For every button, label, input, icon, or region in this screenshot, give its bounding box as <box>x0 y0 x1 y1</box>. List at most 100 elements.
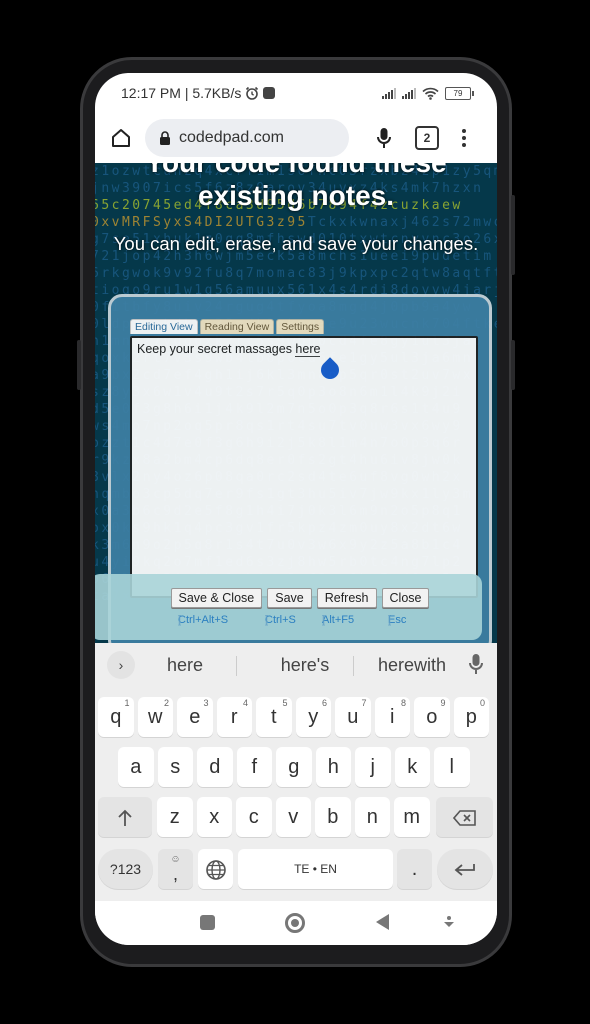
key-k[interactable]: k <box>394 747 430 787</box>
back-button[interactable] <box>376 914 389 930</box>
key-hint: 7 <box>361 698 367 708</box>
key-e[interactable]: e3 <box>177 697 213 737</box>
language-key[interactable] <box>198 849 233 889</box>
key-t[interactable]: t5 <box>256 697 292 737</box>
suggestion-strip: › here here's herewith <box>95 643 497 687</box>
recents-button[interactable] <box>200 915 215 930</box>
tab-reading-view[interactable]: Reading View <box>199 319 275 334</box>
code-rain-line: 6rkgwok9v92fu8q7momac83j9kpxpc2qtw8aqtft <box>95 266 497 281</box>
key-q[interactable]: q1 <box>98 697 134 737</box>
overflow-menu-button[interactable] <box>459 129 469 147</box>
key-r[interactable]: r4 <box>216 697 252 737</box>
symbols-key[interactable]: ?123 <box>98 849 153 889</box>
voice-search-button[interactable] <box>369 123 399 153</box>
key-b[interactable]: b <box>315 797 351 837</box>
period-key[interactable]: . <box>397 849 432 889</box>
suggestion-3[interactable]: herewith <box>357 655 467 676</box>
suggestion-1[interactable]: here <box>140 655 230 676</box>
key-c[interactable]: c <box>236 797 272 837</box>
hide-keyboard-button[interactable] <box>443 915 455 929</box>
note-textarea[interactable]: Keep your secret massages here <box>130 336 478 598</box>
tab-settings[interactable]: Settings <box>276 319 325 334</box>
key-g[interactable]: g <box>276 747 312 787</box>
key-a[interactable]: a <box>118 747 154 787</box>
key-j[interactable]: j <box>355 747 391 787</box>
key-m[interactable]: m <box>394 797 430 837</box>
shortcut-refresh: Alt+F5 <box>322 614 355 626</box>
save-close-button[interactable]: Save & Close <box>170 588 263 608</box>
key-z[interactable]: z <box>157 797 193 837</box>
suggestion-divider <box>236 656 237 676</box>
keyboard-voice-button[interactable] <box>469 653 483 680</box>
key-v[interactable]: v <box>275 797 311 837</box>
hero-title-line1: Your code found these <box>95 163 497 179</box>
key-y[interactable]: y6 <box>295 697 331 737</box>
web-page: z1ozwtcunzq4xcrf1m1s6fnc03rzxbz4zp1zy5qm… <box>95 163 497 643</box>
shift-key[interactable] <box>98 797 152 837</box>
shortcut-save-close: Ctrl+Alt+S <box>178 614 229 626</box>
battery-icon: 79 <box>445 86 474 100</box>
key-f[interactable]: f <box>236 747 272 787</box>
suggestion-2[interactable]: here's <box>250 655 360 676</box>
expand-toolbar-button[interactable]: › <box>107 651 135 679</box>
key-hint: 0 <box>479 698 485 708</box>
key-h[interactable]: h <box>315 747 351 787</box>
phone-side-button <box>77 340 81 390</box>
key-i[interactable]: i8 <box>374 697 410 737</box>
code-rain-line: 0xvMRFSyxS4DI2UTG3z95Tckxkwnaxj462s72mwo… <box>95 215 497 230</box>
refresh-button[interactable]: Refresh <box>316 588 377 608</box>
tab-editing-view[interactable]: Editing View <box>130 319 198 334</box>
comma-key[interactable]: ☺, <box>158 849 193 889</box>
editor-tabs: Editing View Reading View Settings <box>130 319 325 334</box>
key-hint: 6 <box>321 698 327 708</box>
key-hint: 9 <box>440 698 446 708</box>
key-d[interactable]: d <box>197 747 233 787</box>
save-button[interactable]: Save <box>267 588 312 608</box>
signal-icon-sim1 <box>382 87 396 99</box>
shortcut-save: Ctrl+S <box>265 614 296 626</box>
text-cursor-handle[interactable] <box>317 357 343 383</box>
enter-icon <box>454 863 475 876</box>
key-x[interactable]: x <box>196 797 232 837</box>
tab-switcher-button[interactable]: 2 <box>415 126 439 150</box>
key-hint: 1 <box>124 698 130 708</box>
hero-subtitle: You can edit, erase, and save your chang… <box>113 233 479 254</box>
home-dot-icon <box>291 919 299 927</box>
enter-key[interactable] <box>437 849 493 889</box>
phone-power-button <box>511 340 515 390</box>
key-w[interactable]: w2 <box>137 697 173 737</box>
key-o[interactable]: o9 <box>414 697 450 737</box>
alarm-clock-icon <box>246 86 259 100</box>
suggestion-divider <box>353 656 354 676</box>
address-bar[interactable]: codedpad.com <box>145 119 349 157</box>
wifi-icon <box>422 87 439 100</box>
phone-volume-button <box>511 195 515 275</box>
home-nav-button[interactable] <box>285 913 305 933</box>
key-u[interactable]: u7 <box>335 697 371 737</box>
soft-keyboard: › here here's herewith q1w2e3r4t5y6u7i8o… <box>95 643 497 901</box>
status-time-speed: 12:17 PM | 5.7KB/s <box>121 85 242 101</box>
system-nav-bar <box>95 901 497 945</box>
key-n[interactable]: n <box>354 797 390 837</box>
phone-screen: 12:17 PM | 5.7KB/s 79 codedpad.com 2 z1o… <box>95 73 497 945</box>
shortcut-hints: [ Ctrl+Alt+S ] [ Ctrl+S ] [ Alt+F5 ] [ E… <box>178 614 407 626</box>
key-hint: 3 <box>203 698 209 708</box>
microphone-icon <box>377 128 391 148</box>
home-button[interactable] <box>105 122 137 154</box>
space-key[interactable]: TE • EN <box>238 849 393 889</box>
backspace-icon <box>452 809 476 826</box>
browser-toolbar: codedpad.com 2 <box>95 113 497 163</box>
action-buttons: Save & Close Save Refresh Close <box>95 588 497 608</box>
backspace-key[interactable] <box>436 797 493 837</box>
close-button[interactable]: Close <box>381 588 430 608</box>
lock-icon <box>160 130 170 145</box>
key-hint: 2 <box>163 698 169 708</box>
note-composing-word: here <box>295 342 321 357</box>
status-bar: 12:17 PM | 5.7KB/s 79 <box>95 73 497 113</box>
key-s[interactable]: s <box>157 747 193 787</box>
key-hint: 5 <box>282 698 288 708</box>
home-icon <box>112 129 130 147</box>
key-l[interactable]: l <box>434 747 470 787</box>
chevron-right-icon: › <box>118 657 124 673</box>
key-p[interactable]: p0 <box>453 697 489 737</box>
